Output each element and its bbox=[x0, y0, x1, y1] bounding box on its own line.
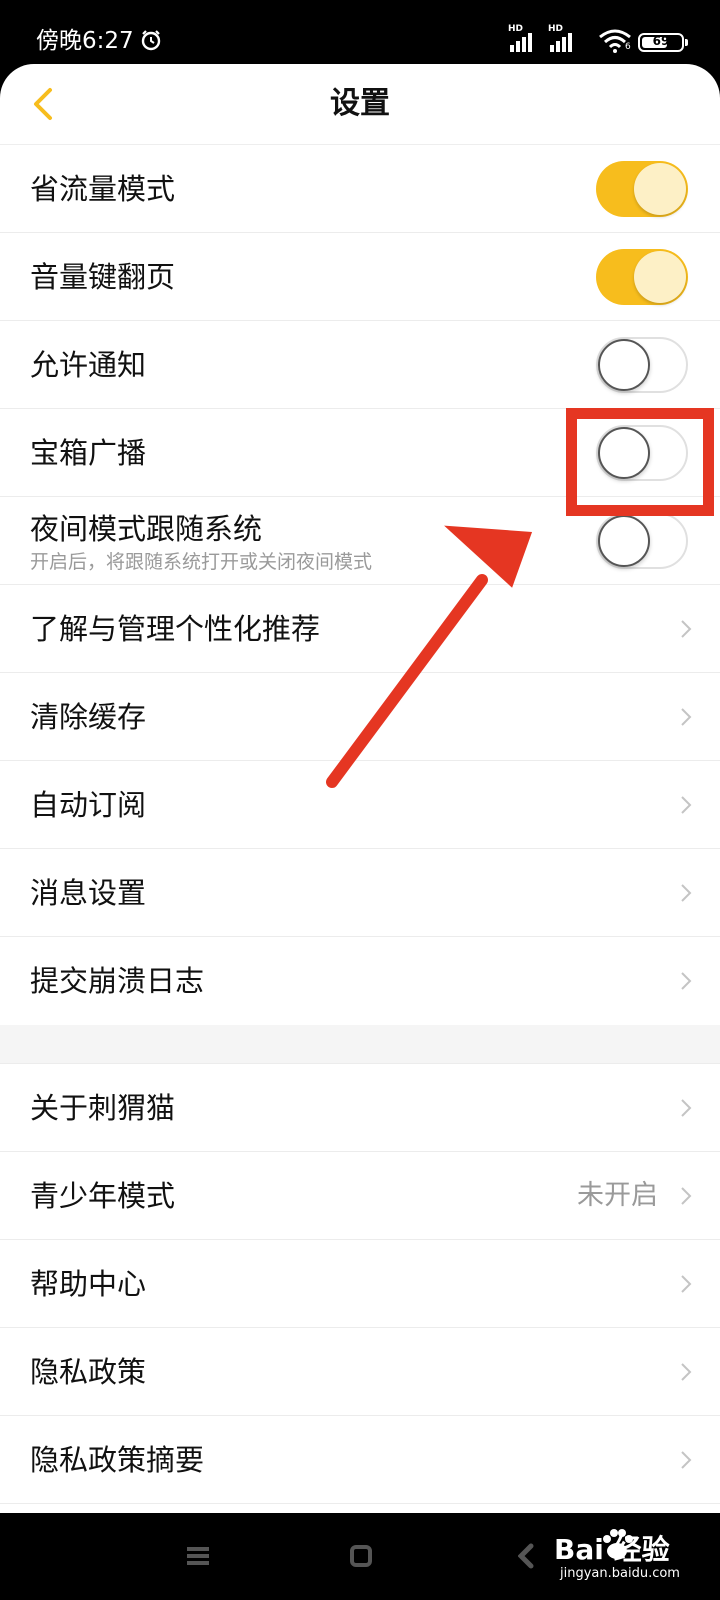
setting-label: 青少年模式 bbox=[30, 1179, 176, 1213]
page-title: 设置 bbox=[330, 86, 390, 121]
battery-level: 69 bbox=[652, 34, 670, 48]
setting-label: 提交崩溃日志 bbox=[30, 964, 205, 998]
setting-label: 帮助中心 bbox=[30, 1267, 147, 1301]
setting-label: 隐私政策摘要 bbox=[30, 1443, 205, 1477]
night-mode-follow-system-toggle[interactable] bbox=[596, 513, 688, 569]
setting-label: 清除缓存 bbox=[30, 700, 147, 734]
cellular-signal-1-icon: HD bbox=[508, 24, 540, 54]
setting-row-allow-notifications[interactable]: 允许通知 bbox=[0, 321, 720, 409]
setting-row-teen-mode[interactable]: 青少年模式 未开启 bbox=[0, 1152, 720, 1240]
setting-label: 自动订阅 bbox=[30, 788, 147, 822]
setting-label: 夜间模式跟随系统 bbox=[30, 512, 263, 546]
setting-row-message-settings[interactable]: 消息设置 bbox=[0, 849, 720, 937]
setting-label: 省流量模式 bbox=[30, 172, 176, 206]
arrow-annotation bbox=[326, 525, 533, 788]
setting-label: 宝箱广播 bbox=[30, 436, 147, 470]
setting-label: 了解与管理个性化推荐 bbox=[30, 612, 321, 646]
baidu-jingyan-watermark: Bai 经验 jingyan.baidu.com bbox=[548, 1529, 708, 1585]
data-saver-toggle[interactable] bbox=[596, 161, 688, 217]
header: 设置 bbox=[0, 64, 720, 145]
recent-apps-icon[interactable] bbox=[186, 1545, 210, 1567]
highlight-box bbox=[566, 408, 714, 516]
setting-row-data-saver[interactable]: 省流量模式 bbox=[0, 145, 720, 233]
chevron-right-icon bbox=[681, 1451, 692, 1469]
setting-label: 消息设置 bbox=[30, 876, 147, 910]
alarm-icon bbox=[141, 30, 161, 51]
setting-label: 关于刺猬猫 bbox=[30, 1091, 176, 1125]
setting-row-volume-key-page-turn[interactable]: 音量键翻页 bbox=[0, 233, 720, 321]
setting-label: 允许通知 bbox=[30, 348, 147, 382]
paw-icon bbox=[603, 1529, 633, 1559]
setting-row-submit-crash-log[interactable]: 提交崩溃日志 bbox=[0, 937, 720, 1025]
volume-key-page-turn-toggle[interactable] bbox=[596, 249, 688, 305]
chevron-right-icon bbox=[681, 884, 692, 902]
wifi-badge: 6 bbox=[625, 42, 631, 52]
chevron-right-icon bbox=[681, 972, 692, 990]
setting-label: 音量键翻页 bbox=[30, 260, 176, 294]
chevron-right-icon bbox=[681, 708, 692, 726]
chevron-right-icon bbox=[681, 1187, 692, 1205]
chevron-right-icon bbox=[681, 1363, 692, 1381]
setting-row-privacy-policy-summary[interactable]: 隐私政策摘要 bbox=[0, 1416, 720, 1504]
setting-label: 隐私政策 bbox=[30, 1355, 147, 1389]
chevron-right-icon bbox=[681, 1275, 692, 1293]
wifi-icon: 6 bbox=[598, 28, 632, 54]
teen-mode-status: 未开启 bbox=[577, 1180, 658, 1211]
back-nav-icon[interactable] bbox=[518, 1543, 534, 1569]
home-icon[interactable] bbox=[350, 1545, 372, 1567]
status-time: 傍晚6:27 bbox=[36, 28, 134, 54]
system-nav-bar: Bai 经验 jingyan.baidu.com bbox=[0, 1513, 720, 1600]
chevron-right-icon bbox=[681, 796, 692, 814]
section-divider bbox=[0, 1025, 720, 1064]
chevron-right-icon bbox=[681, 620, 692, 638]
chevron-right-icon bbox=[681, 1099, 692, 1117]
setting-row-help-center[interactable]: 帮助中心 bbox=[0, 1240, 720, 1328]
watermark-url: jingyan.baidu.com bbox=[560, 1566, 680, 1581]
battery-icon: 69 bbox=[638, 33, 688, 52]
allow-notifications-toggle[interactable] bbox=[596, 337, 688, 393]
setting-row-about[interactable]: 关于刺猬猫 bbox=[0, 1064, 720, 1152]
cellular-signal-2-icon: HD bbox=[548, 24, 580, 54]
setting-row-privacy-policy[interactable]: 隐私政策 bbox=[0, 1328, 720, 1416]
